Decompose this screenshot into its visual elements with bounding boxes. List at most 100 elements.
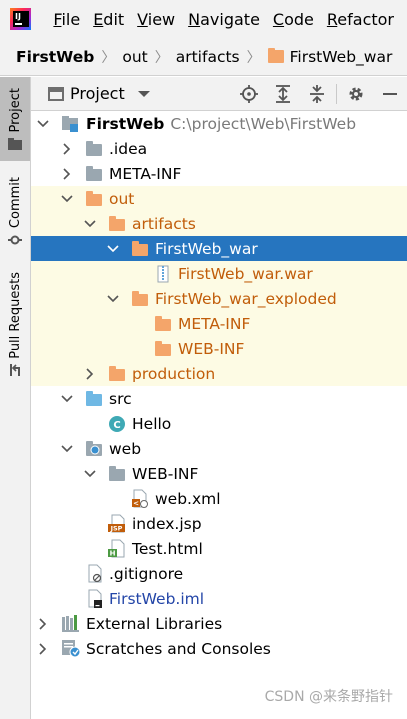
folder-orange-icon <box>131 240 149 258</box>
tree-item-label: src <box>109 389 132 408</box>
chevron-right-icon[interactable] <box>61 142 73 155</box>
breadcrumb: FirstWeb 〉 out 〉 artifacts 〉 FirstWeb_wa… <box>0 38 407 76</box>
tab-commit[interactable]: Commit <box>0 172 30 252</box>
tree-item-label: WEB-INF <box>132 464 199 483</box>
tab-commit-label: Commit <box>7 176 23 229</box>
chevron-down-icon[interactable] <box>107 243 119 255</box>
tree-item-web-inf[interactable]: WEB-INF <box>31 461 407 486</box>
tree-item-web-xml[interactable]: < web.xml <box>31 486 407 511</box>
menu-edit[interactable]: Edit <box>93 10 124 29</box>
chevron-right-icon[interactable] <box>84 367 96 380</box>
menu-refactor[interactable]: Refactor <box>327 10 394 29</box>
watermark: CSDN @来条野指针 <box>264 689 393 705</box>
tree-item-label: FirstWeb_war <box>155 239 258 258</box>
chevron-right-icon[interactable] <box>61 167 73 180</box>
tab-project[interactable]: Project <box>0 77 30 161</box>
chevron-right-icon: 〉 <box>101 49 116 66</box>
tree-item-label: WEB-INF <box>178 339 245 358</box>
tree-item-firstweb-war-archive[interactable]: FirstWeb_war.war <box>31 261 407 286</box>
collapse-all-icon[interactable] <box>300 77 334 111</box>
folder-orange-icon <box>154 315 172 333</box>
chevron-down-icon[interactable] <box>84 468 96 480</box>
chevron-right-icon: 〉 <box>246 49 261 66</box>
project-view-selector[interactable]: Project <box>70 84 125 103</box>
settings-icon[interactable] <box>339 77 373 111</box>
tree-item-web[interactable]: web <box>31 436 407 461</box>
tree-item-exploded-meta-inf[interactable]: META-INF <box>31 311 407 336</box>
tree-item-gitignore[interactable]: .gitignore <box>31 561 407 586</box>
tree-item-test-html[interactable]: H Test.html <box>31 536 407 561</box>
chevron-right-icon[interactable] <box>37 642 49 655</box>
tree-item-label: Hello <box>132 414 172 433</box>
tree-item-label: FirstWeb_war_exploded <box>155 289 337 308</box>
tree-item-label: web <box>109 439 142 458</box>
tree-item-meta-inf[interactable]: META-INF <box>31 161 407 186</box>
commit-icon <box>8 235 22 245</box>
crosshair-icon[interactable] <box>232 77 266 111</box>
breadcrumb-item-firstweb[interactable]: FirstWeb <box>16 48 94 66</box>
minimize-icon[interactable] <box>373 77 407 111</box>
chevron-down-icon[interactable] <box>107 293 119 305</box>
tree-item-firstweb[interactable]: FirstWeb C:\project\Web\FirstWeb <box>31 111 407 136</box>
tree-item-firstweb-iml[interactable]: FirstWeb.iml <box>31 586 407 611</box>
project-view-icon <box>48 86 64 101</box>
tab-pull-requests-label: Pull Requests <box>7 271 23 359</box>
svg-text:C: C <box>113 420 120 431</box>
tree-item-index-jsp[interactable]: JSP index.jsp <box>31 511 407 536</box>
tab-pull-requests[interactable]: Pull Requests <box>0 267 30 382</box>
menu-navigate[interactable]: Navigate <box>188 10 260 29</box>
jsp-file-icon: JSP <box>108 514 126 533</box>
scratches-icon <box>62 639 81 658</box>
expand-all-icon[interactable] <box>266 77 300 111</box>
chevron-down-icon[interactable] <box>61 443 73 455</box>
chevron-down-icon[interactable] <box>37 118 49 130</box>
svg-text:<: < <box>133 500 139 508</box>
folder-orange-icon <box>108 215 126 233</box>
dropdown-arrow-icon[interactable] <box>137 90 150 97</box>
menu-file[interactable]: File <box>53 10 80 29</box>
chevron-down-icon[interactable] <box>61 393 73 405</box>
folder-blue-icon <box>85 390 103 408</box>
iml-file-icon <box>85 589 103 608</box>
folder-orange-icon <box>131 290 149 308</box>
intellij-logo-icon: IJ <box>10 8 32 30</box>
tree-item-label: FirstWeb_war.war <box>178 264 313 283</box>
project-path: C:\project\Web\FirstWeb <box>170 114 357 133</box>
breadcrumb-item-out[interactable]: out <box>122 48 147 66</box>
html-file-icon: H <box>108 539 126 558</box>
tree-item-src[interactable]: src <box>31 386 407 411</box>
menu-view[interactable]: View <box>137 10 175 29</box>
pull-request-icon <box>10 364 20 377</box>
tree-item-firstweb-war-exploded[interactable]: FirstWeb_war_exploded <box>31 286 407 311</box>
chevron-down-icon[interactable] <box>61 193 73 205</box>
tree-item-idea[interactable]: .idea <box>31 136 407 161</box>
tree-item-external-libraries[interactable]: External Libraries <box>31 611 407 636</box>
tree-item-label: Scratches and Consoles <box>86 639 271 658</box>
chevron-right-icon: 〉 <box>154 49 169 66</box>
libraries-icon <box>62 615 80 633</box>
tree-item-label: External Libraries <box>86 614 223 633</box>
tree-item-scratches-and-consoles[interactable]: Scratches and Consoles <box>31 636 407 661</box>
tree-item-hello[interactable]: C Hello <box>31 411 407 436</box>
tree-item-out[interactable]: out <box>31 186 407 211</box>
tree-item-artifacts[interactable]: artifacts <box>31 211 407 236</box>
tree-item-label: META-INF <box>109 164 182 183</box>
tree-item-exploded-web-inf[interactable]: WEB-INF <box>31 336 407 361</box>
tree-item-label: out <box>109 189 135 208</box>
breadcrumb-item-artifacts[interactable]: artifacts <box>176 48 240 66</box>
tree-item-firstweb-war[interactable]: FirstWeb_war <box>31 236 407 261</box>
breadcrumb-item-firstweb-war[interactable]: FirstWeb_war <box>290 48 393 66</box>
tree-item-label: artifacts <box>132 214 196 233</box>
class-icon: C <box>108 415 126 433</box>
menu-bar: IJ File Edit View Navigate Code Refactor <box>0 0 407 38</box>
chevron-right-icon[interactable] <box>37 617 49 630</box>
menu-code[interactable]: Code <box>273 10 314 29</box>
tree-item-production[interactable]: production <box>31 361 407 386</box>
tool-window-strip: Project Commit Pull Requests <box>0 77 31 719</box>
gitignore-file-icon <box>85 564 103 583</box>
tree-item-label: .gitignore <box>109 564 184 583</box>
folder-orange-icon <box>108 365 126 383</box>
chevron-down-icon[interactable] <box>84 218 96 230</box>
folder-gray-icon <box>108 465 126 483</box>
folder-gray-icon <box>85 140 103 158</box>
